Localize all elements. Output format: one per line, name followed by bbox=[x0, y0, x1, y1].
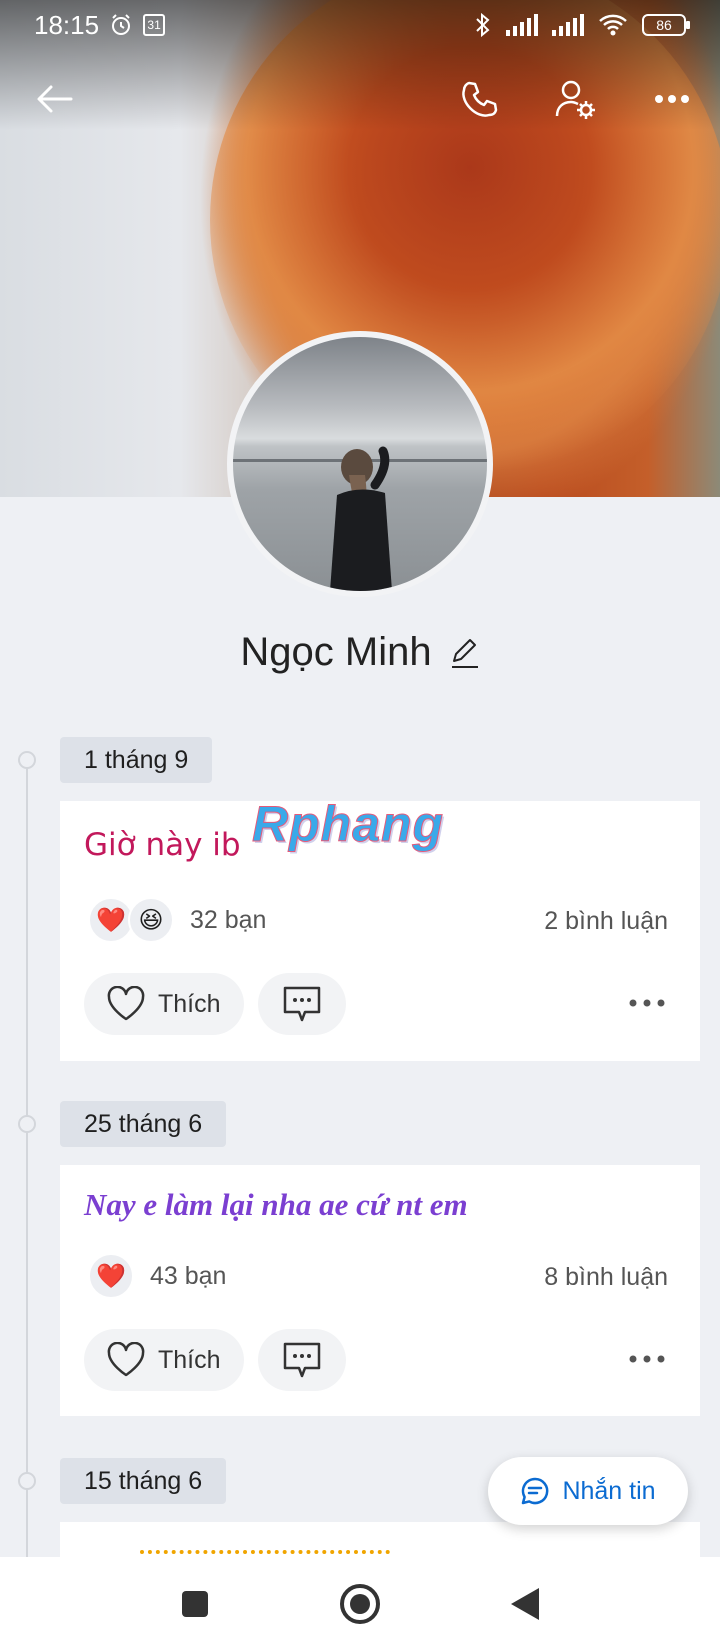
recent-apps-button[interactable] bbox=[170, 1579, 220, 1629]
post-card[interactable]: Nay e làm lại nha ae cứ nt em ❤️ 43 bạn … bbox=[60, 1165, 700, 1416]
comment-icon bbox=[283, 986, 321, 1022]
post-date: 15 tháng 6 bbox=[60, 1458, 227, 1504]
status-bar: 18:15 31 86 bbox=[0, 0, 720, 50]
phone-icon bbox=[462, 81, 498, 117]
edit-name-button[interactable] bbox=[450, 637, 480, 669]
like-label: Thích bbox=[158, 1345, 221, 1374]
home-button[interactable] bbox=[335, 1579, 385, 1629]
avatar-person-silhouette bbox=[330, 446, 392, 591]
reaction-count: 32 bạn bbox=[190, 905, 267, 934]
comment-count[interactable]: 2 bình luận bbox=[544, 907, 668, 936]
battery-level: 86 bbox=[656, 17, 672, 33]
status-time: 18:15 bbox=[34, 9, 100, 40]
ellipsis-icon bbox=[629, 999, 665, 1007]
comment-button[interactable] bbox=[258, 1329, 346, 1391]
call-button[interactable] bbox=[455, 74, 505, 124]
heart-reaction-icon: ❤️ bbox=[88, 1253, 134, 1299]
back-nav-button[interactable] bbox=[500, 1579, 550, 1629]
reaction-summary[interactable]: ❤️ 43 bạn bbox=[88, 1253, 226, 1299]
timeline-dot bbox=[18, 751, 36, 769]
comment-count[interactable]: 8 bình luận bbox=[544, 1263, 668, 1292]
message-button[interactable]: Nhắn tin bbox=[488, 1457, 688, 1525]
post-text: Giờ này ib bbox=[84, 827, 241, 863]
ellipsis-icon bbox=[629, 1355, 665, 1363]
comment-icon bbox=[283, 1342, 321, 1378]
post-date: 25 tháng 6 bbox=[60, 1101, 227, 1147]
laugh-reaction-icon: 😆 bbox=[128, 897, 174, 943]
battery-icon: 86 bbox=[642, 14, 690, 36]
square-icon bbox=[182, 1591, 208, 1617]
heart-outline-icon bbox=[107, 986, 145, 1021]
message-button-label: Nhắn tin bbox=[562, 1476, 656, 1505]
heart-outline-icon bbox=[107, 1342, 145, 1377]
post-text: Nay e làm lại nha ae cứ nt em bbox=[84, 1187, 468, 1222]
watermark-logo: Rphang bbox=[251, 796, 445, 853]
timeline-line bbox=[26, 760, 28, 1560]
calendar-icon: 31 bbox=[143, 14, 166, 36]
comment-button[interactable] bbox=[258, 973, 346, 1035]
post-date: 1 tháng 9 bbox=[60, 737, 213, 783]
bluetooth-icon bbox=[476, 12, 490, 38]
profile-name: Ngọc Minh bbox=[240, 630, 432, 674]
profile-settings-button[interactable] bbox=[550, 74, 600, 124]
post-more-button[interactable] bbox=[622, 1339, 672, 1379]
top-action-bar bbox=[0, 60, 720, 136]
chat-bubble-icon bbox=[522, 1477, 549, 1505]
signal-icon bbox=[506, 14, 538, 36]
avatar[interactable] bbox=[227, 331, 493, 597]
wifi-icon bbox=[599, 14, 627, 36]
profile-name-row: Ngọc Minh bbox=[0, 630, 720, 675]
post-card[interactable] bbox=[60, 1522, 700, 1562]
more-options-button[interactable] bbox=[647, 74, 697, 124]
post-more-button[interactable] bbox=[622, 983, 672, 1023]
signal-icon-2 bbox=[552, 14, 584, 36]
user-gear-icon bbox=[555, 80, 595, 119]
ellipsis-icon bbox=[655, 95, 689, 103]
reaction-summary[interactable]: ❤️ 😆 32 bạn bbox=[88, 897, 266, 943]
like-label: Thích bbox=[158, 989, 221, 1018]
circle-home-icon bbox=[340, 1584, 380, 1624]
like-button[interactable]: Thích bbox=[84, 973, 244, 1035]
calendar-day: 31 bbox=[147, 18, 161, 32]
alarm-icon bbox=[112, 14, 131, 35]
arrow-left-icon bbox=[37, 85, 73, 113]
reaction-count: 43 bạn bbox=[150, 1261, 227, 1290]
back-button[interactable] bbox=[30, 74, 80, 124]
timeline-dot bbox=[18, 1115, 36, 1133]
system-nav-bar bbox=[0, 1557, 720, 1650]
timeline-dot bbox=[18, 1472, 36, 1490]
triangle-back-icon bbox=[511, 1588, 539, 1620]
like-button[interactable]: Thích bbox=[84, 1329, 244, 1391]
pencil-icon bbox=[451, 638, 478, 668]
